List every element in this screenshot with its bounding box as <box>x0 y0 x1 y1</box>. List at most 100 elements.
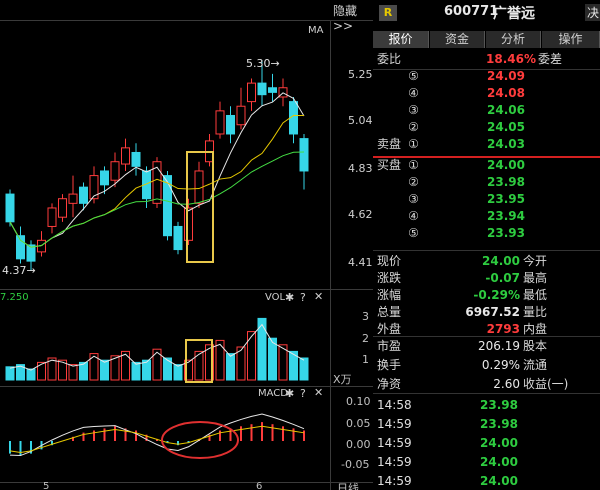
hide-arrow-icon: >> <box>333 19 354 33</box>
candle-body <box>131 151 141 167</box>
volume-bar <box>194 350 204 381</box>
candle-body <box>110 161 120 181</box>
candle-body <box>58 198 67 218</box>
tick-row: 14:58 23.98 <box>373 396 600 415</box>
tick-price: 24.00 <box>480 474 518 488</box>
tab-analysis[interactable]: 分析 <box>486 31 541 48</box>
vol-y-tick: 3 <box>362 310 369 323</box>
tick-time: 14:58 <box>377 398 412 412</box>
volume-bar <box>247 331 256 381</box>
volume-bar <box>37 361 46 381</box>
high-annotation: 5.30→ <box>246 57 280 70</box>
tick-row: 14:59 24.00 <box>373 453 600 472</box>
x-tick: 6 <box>256 481 263 490</box>
buy-price: 23.93 <box>487 226 525 240</box>
fundamental-label: 市盈 <box>377 339 402 353</box>
fundamental-label2: 股本 <box>523 339 548 353</box>
decide-button[interactable]: 决 <box>585 4 600 21</box>
macd-chart[interactable] <box>0 395 330 480</box>
period-label[interactable]: 日线 <box>337 480 359 490</box>
macd-y-tick: 0.00 <box>346 438 371 451</box>
high-value: 5.30 <box>246 57 271 70</box>
fundamental-label: 换手 <box>377 358 402 372</box>
fundamental-value: 206.19 <box>478 339 520 353</box>
vol-y-tick: 1 <box>362 353 369 366</box>
sell-price: 24.03 <box>487 137 525 151</box>
candle-body <box>236 105 246 126</box>
volume-bar <box>215 339 225 381</box>
ma-label: MA <box>308 25 324 36</box>
volume-bar <box>5 366 15 381</box>
candle-body <box>257 82 267 96</box>
macd-y-tick: 0.10 <box>346 395 371 408</box>
bid-ask-divider <box>373 156 600 158</box>
candle-body <box>100 170 109 186</box>
buy-level: ⑤ <box>408 226 419 240</box>
hide-button[interactable]: 隐藏>> <box>333 2 373 33</box>
tick-row: 14:59 23.98 <box>373 415 600 434</box>
y-tick: 4.83 <box>348 162 373 175</box>
fundamental-label2: 流通 <box>523 358 548 372</box>
volume-bar <box>173 364 183 381</box>
candle-body <box>268 87 277 93</box>
x-tick: 5 <box>43 481 50 490</box>
tick-price: 24.00 <box>480 455 518 469</box>
r-badge: R <box>379 5 397 21</box>
quote-panel: R 600771 广誉远 决 报价 资金 分析 操作 委比 18.46% 委差 … <box>373 0 600 490</box>
low-value: 4.37 <box>2 264 27 277</box>
tick-row: 14:59 24.00 <box>373 434 600 453</box>
candle-body <box>79 186 88 204</box>
candle-body <box>247 82 256 103</box>
tick-row: 14:59 24.00 <box>373 472 600 490</box>
candle-body <box>184 207 193 241</box>
candle-body <box>5 193 15 223</box>
macd-y-tick: 0.05 <box>346 417 371 430</box>
fundamental-row: 换手 0.29% 流通 <box>373 356 600 375</box>
tab-quote[interactable]: 报价 <box>373 31 429 48</box>
volume-bar <box>131 361 141 381</box>
tab-operate[interactable]: 操作 <box>542 31 600 48</box>
volume-bar <box>68 364 78 381</box>
fundamental-row: 市盈 206.19 股本 <box>373 337 600 356</box>
sell-label: 卖盘 <box>377 137 402 151</box>
fundamental-value: 2.60 <box>493 377 520 391</box>
low-annotation: 4.37→ <box>2 264 36 277</box>
chart-area: 隐藏>> MA 5.30→ 4.37→ 5.25 5.04 4.83 4.62 … <box>0 0 373 490</box>
stock-code: 600771 <box>444 4 499 19</box>
buy-row[interactable]: ⑤ 23.93 <box>373 224 600 243</box>
tab-funds[interactable]: 资金 <box>430 31 485 48</box>
tick-time: 14:59 <box>377 474 412 488</box>
stock-name: 广誉远 <box>493 6 535 22</box>
tick-time: 14:59 <box>377 436 412 450</box>
macd-y-tick: -0.05 <box>341 458 370 471</box>
candle-body <box>226 114 235 135</box>
y-tick: 5.25 <box>348 68 373 81</box>
candle-body <box>173 225 183 251</box>
candle-body <box>299 138 309 172</box>
volume-bar <box>100 359 109 381</box>
y-tick: 4.62 <box>348 208 373 221</box>
candle-body <box>215 110 225 135</box>
candle-body <box>47 207 57 227</box>
candle-body <box>16 235 25 260</box>
volume-bar <box>26 368 36 381</box>
volume-bar <box>226 353 235 381</box>
vol-y-tick: 2 <box>362 332 369 345</box>
candlestick-chart[interactable] <box>0 20 330 288</box>
candle-body <box>121 147 130 165</box>
hide-label: 隐藏 <box>333 4 358 18</box>
y-tick: 4.41 <box>348 256 373 269</box>
tick-price: 23.98 <box>480 398 518 412</box>
volume-bar <box>299 357 309 381</box>
fundamental-label: 净资 <box>377 377 402 391</box>
tick-time: 14:59 <box>377 417 412 431</box>
tick-time: 14:59 <box>377 455 412 469</box>
sell-row[interactable]: 卖盘 ① 24.03 <box>373 135 600 154</box>
vol-unit: X万 <box>333 373 352 386</box>
y-tick: 5.04 <box>348 114 373 127</box>
candle-body <box>68 193 78 204</box>
fundamental-row: 净资 2.60 收益(一) <box>373 375 600 394</box>
volume-chart[interactable] <box>0 300 330 385</box>
dif-line <box>9 413 305 457</box>
tick-price: 23.98 <box>480 417 518 431</box>
